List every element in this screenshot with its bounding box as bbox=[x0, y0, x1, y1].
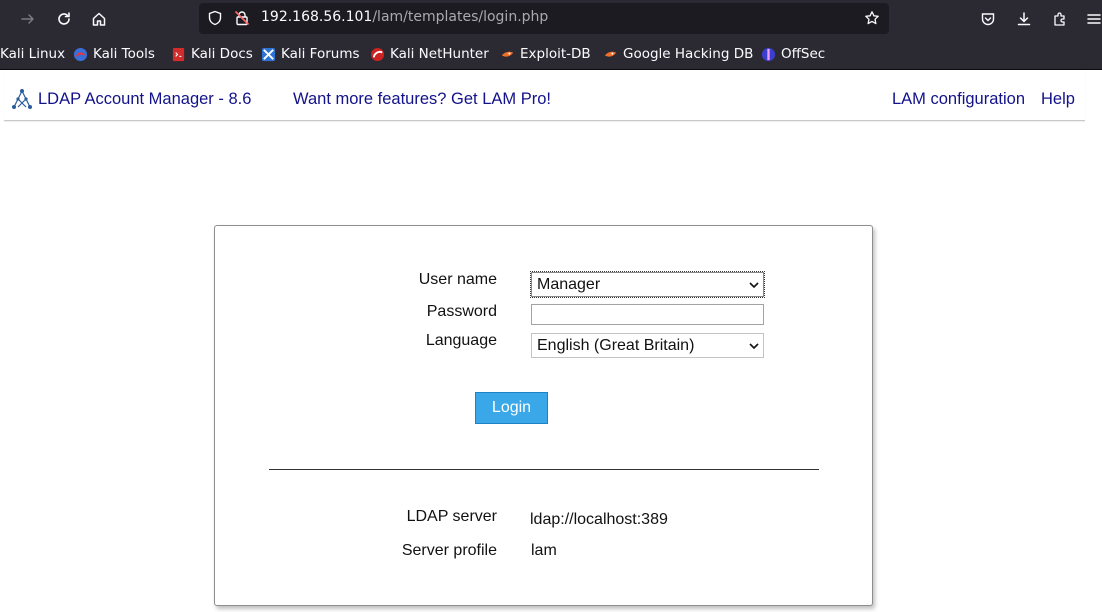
bookmark-label: Kali Forums bbox=[281, 46, 360, 62]
pocket-icon[interactable] bbox=[975, 6, 1001, 32]
server-profile-value: lam bbox=[531, 542, 557, 559]
login-box: User name Manager Password Language Engl… bbox=[214, 225, 873, 606]
url-bar[interactable]: 192.168.56.101/lam/templates/login.php bbox=[199, 3, 889, 34]
ldap-server-value: ldap://localhost:389 bbox=[530, 511, 668, 528]
bookmark-label: OffSec bbox=[781, 46, 826, 62]
forward-icon[interactable] bbox=[15, 6, 41, 32]
bookmark-exploit-db[interactable]: Exploit-DB bbox=[500, 44, 591, 64]
lam-pro-link[interactable]: Want more features? Get LAM Pro! bbox=[293, 90, 551, 109]
language-value: English (Great Britain) bbox=[537, 337, 695, 354]
kali-forums-icon bbox=[261, 47, 276, 61]
shield-icon[interactable] bbox=[207, 10, 223, 26]
extensions-icon[interactable] bbox=[1047, 6, 1073, 32]
help-link[interactable]: Help bbox=[1041, 90, 1075, 109]
offsec-icon bbox=[761, 47, 776, 61]
menu-icon[interactable] bbox=[1081, 6, 1102, 32]
url-text[interactable]: 192.168.56.101/lam/templates/login.php bbox=[261, 9, 548, 25]
language-label: Language bbox=[425, 332, 497, 349]
bookmark-kali-nethunter[interactable]: Kali NetHunter bbox=[370, 44, 489, 64]
username-select[interactable]: Manager bbox=[530, 271, 765, 298]
bookmark-kali-docs[interactable]: Kali Docs bbox=[171, 44, 253, 64]
google-hacking-db-icon bbox=[604, 51, 617, 57]
lam-logo-icon[interactable] bbox=[10, 88, 34, 112]
divider bbox=[269, 469, 819, 470]
password-input[interactable] bbox=[531, 304, 764, 325]
page-header: LDAP Account Manager - 8.6 Want more fea… bbox=[4, 70, 1085, 121]
bookmark-kali-forums[interactable]: Kali Forums bbox=[261, 44, 360, 64]
bookmark-label: Exploit-DB bbox=[520, 46, 591, 62]
kali-tools-icon bbox=[73, 47, 88, 61]
download-icon[interactable] bbox=[1011, 6, 1037, 32]
bookmarks-bar: Kali Linux Kali Tools Kali Docs Kali For… bbox=[0, 37, 1102, 70]
bookmark-label: Kali Linux bbox=[0, 46, 66, 62]
bookmark-offsec[interactable]: OffSec bbox=[761, 44, 825, 64]
chevron-down-icon bbox=[749, 343, 759, 350]
reload-icon[interactable] bbox=[51, 6, 77, 32]
bookmark-label: Google Hacking DB bbox=[623, 46, 754, 62]
url-path: /lam/templates/login.php bbox=[372, 9, 549, 25]
bookmark-google-hacking-db[interactable]: Google Hacking DB bbox=[603, 44, 753, 64]
kali-nethunter-icon bbox=[370, 47, 385, 61]
kali-docs-icon bbox=[172, 47, 185, 61]
home-icon[interactable] bbox=[86, 6, 112, 32]
language-select[interactable]: English (Great Britain) bbox=[531, 333, 764, 358]
url-host: 192.168.56.101 bbox=[261, 9, 373, 25]
password-label: Password bbox=[426, 303, 497, 320]
insecure-lock-icon[interactable] bbox=[234, 10, 250, 26]
app-title-link[interactable]: LDAP Account Manager - 8.6 bbox=[38, 90, 251, 109]
server-profile-label: Server profile bbox=[401, 542, 497, 559]
login-button[interactable]: Login bbox=[475, 392, 548, 424]
lam-configuration-link[interactable]: LAM configuration bbox=[892, 90, 1025, 109]
chevron-down-icon bbox=[749, 282, 759, 289]
bookmark-kali-tools[interactable]: Kali Tools bbox=[73, 44, 155, 64]
exploit-db-icon bbox=[501, 51, 514, 57]
username-label: User name bbox=[418, 271, 497, 288]
username-value: Manager bbox=[537, 276, 601, 293]
ldap-server-label: LDAP server bbox=[406, 508, 497, 525]
bookmark-label: Kali Docs bbox=[191, 46, 253, 62]
bookmark-label: Kali NetHunter bbox=[390, 46, 489, 62]
bookmark-label: Kali Tools bbox=[93, 46, 155, 62]
browser-toolbar: 192.168.56.101/lam/templates/login.php bbox=[0, 0, 1102, 37]
bookmark-star-icon[interactable] bbox=[864, 10, 880, 26]
bookmark-kali-linux[interactable]: Kali Linux bbox=[0, 44, 65, 64]
